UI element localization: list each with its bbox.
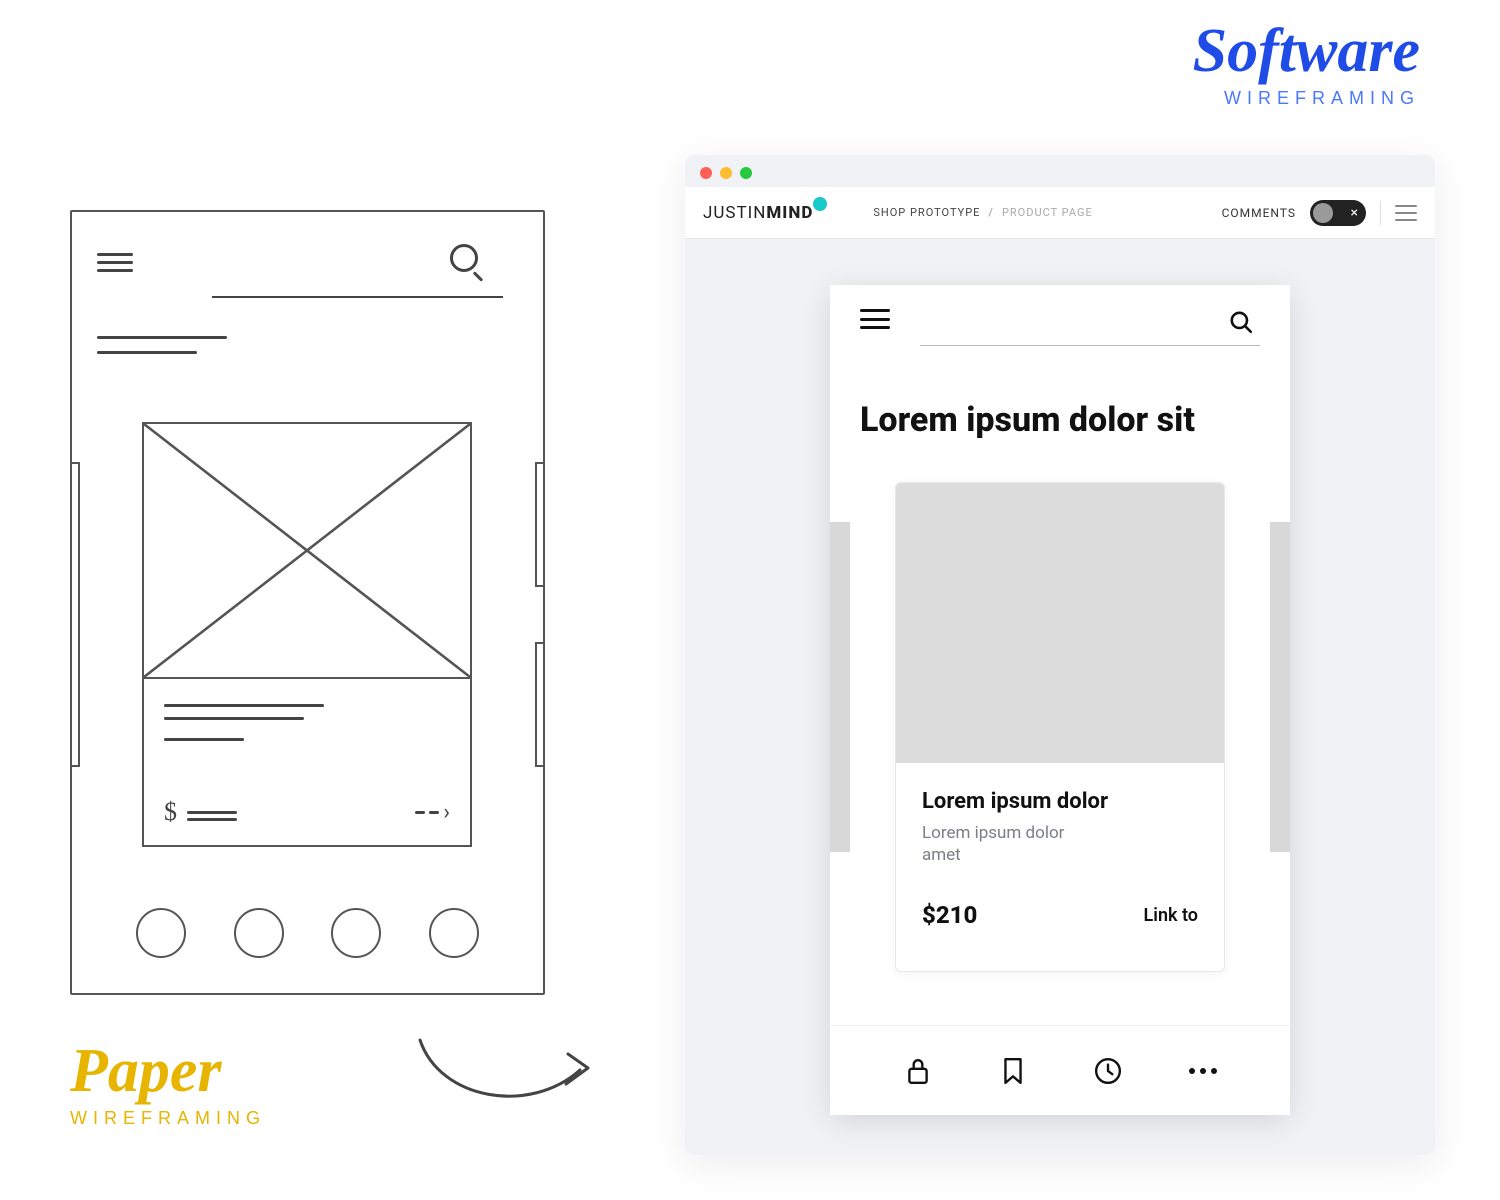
breadcrumb-part1[interactable]: SHOP PROTOTYPE xyxy=(873,206,980,219)
image-placeholder-icon xyxy=(144,424,470,679)
sketch-right-peek-top xyxy=(535,462,545,587)
search-icon[interactable] xyxy=(1228,309,1254,335)
carousel-peek-left[interactable] xyxy=(830,522,850,852)
phone-topbar xyxy=(830,285,1290,365)
product-carousel[interactable]: Lorem ipsum dolor Lorem ipsum dolor amet… xyxy=(830,482,1290,972)
brand-prefix: JUSTIN xyxy=(703,203,766,223)
maximize-dot-icon[interactable] xyxy=(740,167,752,179)
hamburger-icon[interactable] xyxy=(860,309,890,329)
sketch-left-peek xyxy=(70,462,80,767)
lock-icon[interactable] xyxy=(902,1055,934,1087)
more-icon[interactable] xyxy=(1187,1055,1219,1087)
dollar-icon: $ xyxy=(164,797,237,827)
sketch-topbar xyxy=(97,238,518,298)
comparison-figure: Software WIREFRAMING Paper WIREFRAMING $ xyxy=(0,0,1500,1200)
breadcrumb: SHOP PROTOTYPE / PRODUCT PAGE xyxy=(873,206,1092,219)
toolbar-divider xyxy=(1380,201,1381,225)
close-dot-icon[interactable] xyxy=(700,167,712,179)
breadcrumb-part2[interactable]: PRODUCT PAGE xyxy=(1002,206,1093,219)
brand-dot-icon xyxy=(813,197,827,211)
paper-title: Paper xyxy=(70,1040,266,1102)
page-title: Lorem ipsum dolor sit xyxy=(830,365,1290,442)
brand-bold: MIND xyxy=(766,203,813,223)
comments-toggle[interactable]: × xyxy=(1310,200,1366,226)
sketch-text-placeholder xyxy=(164,694,324,751)
toggle-x-icon: × xyxy=(1351,203,1358,223)
sketch-product-card: $ › xyxy=(142,422,472,847)
phone-bottom-nav xyxy=(830,1025,1290,1115)
paper-label: Paper WIREFRAMING xyxy=(70,1040,266,1129)
paper-wireframe-sketch: $ › xyxy=(70,210,545,995)
carousel-peek-right[interactable] xyxy=(1270,522,1290,852)
search-underline xyxy=(212,296,503,298)
menu-icon[interactable] xyxy=(1395,205,1417,221)
clock-icon[interactable] xyxy=(1092,1055,1124,1087)
bookmark-icon[interactable] xyxy=(997,1055,1029,1087)
breadcrumb-sep: / xyxy=(988,206,994,219)
software-subtitle: WIREFRAMING xyxy=(1193,88,1420,109)
search-icon xyxy=(450,244,478,272)
software-window: JUSTINMIND SHOP PROTOTYPE / PRODUCT PAGE… xyxy=(685,155,1435,1155)
search-underline xyxy=(920,345,1260,346)
card-heading: Lorem ipsum dolor xyxy=(922,789,1198,814)
hamburger-icon xyxy=(97,248,133,272)
card-link[interactable]: Link to xyxy=(1144,905,1198,926)
nav-circle-icon xyxy=(331,908,381,958)
paper-subtitle: WIREFRAMING xyxy=(70,1108,266,1129)
comments-label: COMMENTS xyxy=(1222,206,1296,220)
brand-logo[interactable]: JUSTINMIND xyxy=(703,203,813,223)
arrow-right-icon: › xyxy=(415,800,450,825)
sketch-title-placeholder xyxy=(97,324,227,366)
sketch-right-peek-bottom xyxy=(535,642,545,767)
traffic-lights xyxy=(700,167,752,179)
product-image-placeholder xyxy=(896,483,1224,763)
software-label: Software WIREFRAMING xyxy=(1193,20,1420,109)
minimize-dot-icon[interactable] xyxy=(720,167,732,179)
phone-prototype: Lorem ipsum dolor sit Lorem ipsum dolor … xyxy=(830,285,1290,1115)
app-toolbar: JUSTINMIND SHOP PROTOTYPE / PRODUCT PAGE… xyxy=(685,187,1435,239)
sketch-bottom-nav xyxy=(72,908,543,958)
nav-circle-icon xyxy=(136,908,186,958)
sketch-price-row: $ › xyxy=(164,797,450,827)
transition-arrow-icon xyxy=(410,1020,610,1130)
nav-circle-icon xyxy=(429,908,479,958)
product-card[interactable]: Lorem ipsum dolor Lorem ipsum dolor amet… xyxy=(895,482,1225,972)
card-subtitle: Lorem ipsum dolor amet xyxy=(922,822,1082,868)
toggle-knob-icon xyxy=(1313,203,1333,223)
nav-circle-icon xyxy=(234,908,284,958)
software-title: Software xyxy=(1193,20,1420,82)
card-price: $210 xyxy=(922,901,977,929)
